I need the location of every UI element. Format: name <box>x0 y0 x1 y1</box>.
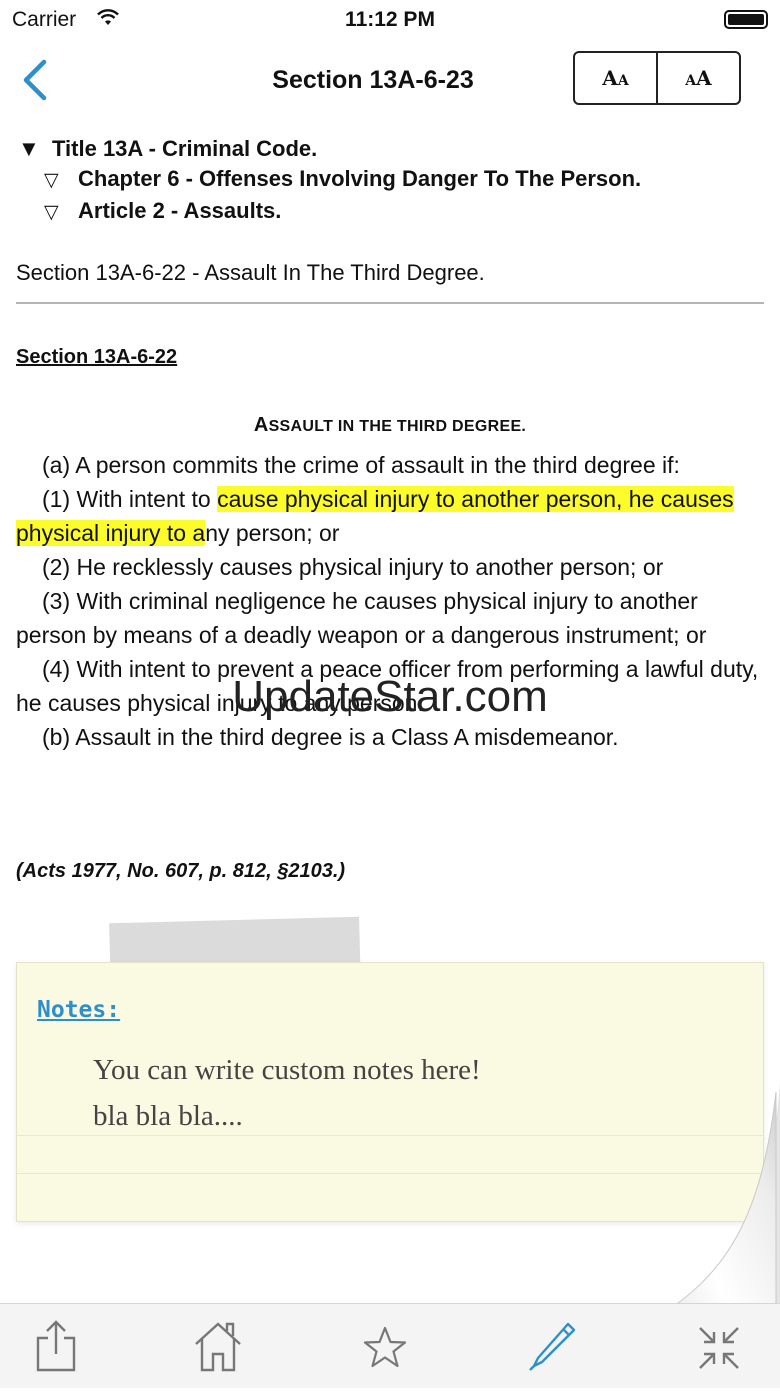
navigation-bar: Section 13A-6-23 AA AA <box>0 40 780 124</box>
divider <box>16 302 764 304</box>
section-heading: Section 13A-6-22 <box>16 346 178 368</box>
share-icon[interactable] <box>34 1318 78 1379</box>
home-icon[interactable] <box>192 1318 244 1379</box>
notes-label[interactable]: Notes: <box>37 997 120 1023</box>
star-icon[interactable] <box>361 1318 409 1379</box>
notes-card[interactable]: Notes: You can write custom notes here! … <box>16 962 764 1222</box>
increase-font-button[interactable]: AA <box>656 53 739 103</box>
paragraph-b: (b) Assault in the third degree is a Cla… <box>42 724 619 750</box>
collapsed-triangle-icon: ▽ <box>44 202 59 223</box>
section-subtitle: ASSAULT IN THE THIRD DEGREE. <box>253 414 527 436</box>
item-1: (1) With intent to cause physical injury… <box>16 486 734 546</box>
status-bar: Carrier 11:12 PM <box>0 0 780 40</box>
item-3: (3) With criminal negligence he causes p… <box>16 588 707 648</box>
paragraph-a: (a) A person commits the crime of assaul… <box>42 452 680 478</box>
font-size-control: AA AA <box>573 51 741 105</box>
pen-icon[interactable] <box>526 1318 578 1379</box>
collapse-icon[interactable] <box>696 1318 742 1379</box>
breadcrumb-title[interactable]: ▼ Title 13A - Criminal Code. <box>18 134 641 164</box>
font-decrease-icon: AA <box>602 66 629 90</box>
bottom-toolbar <box>0 1303 780 1388</box>
clock: 11:12 PM <box>345 8 435 31</box>
expanded-triangle-icon: ▼ <box>18 136 40 161</box>
notes-text[interactable]: You can write custom notes here! bla bla… <box>93 1047 481 1139</box>
item-4: (4) With intent to prevent a peace offic… <box>16 656 759 716</box>
section-body: (a) A person commits the crime of assaul… <box>16 448 768 754</box>
font-increase-icon: AA <box>685 66 712 90</box>
collapsed-triangle-icon: ▽ <box>44 170 59 191</box>
note-rule <box>17 1173 763 1174</box>
breadcrumb: ▼ Title 13A - Criminal Code. ▽ Chapter 6 -… <box>18 134 641 228</box>
decrease-font-button[interactable]: AA <box>575 53 656 103</box>
item-2: (2) He recklessly causes physical injury… <box>42 554 664 580</box>
related-section-link[interactable]: Section 13A-6-22 - Assault In The Third … <box>16 260 485 286</box>
battery-icon <box>724 10 768 29</box>
breadcrumb-chapter[interactable]: ▽ Chapter 6 - Offenses Involving Danger T… <box>18 164 641 196</box>
citation: (Acts 1977, No. 607, p. 812, §2103.) <box>16 860 346 882</box>
breadcrumb-article[interactable]: ▽ Article 2 - Assaults. <box>18 196 641 228</box>
